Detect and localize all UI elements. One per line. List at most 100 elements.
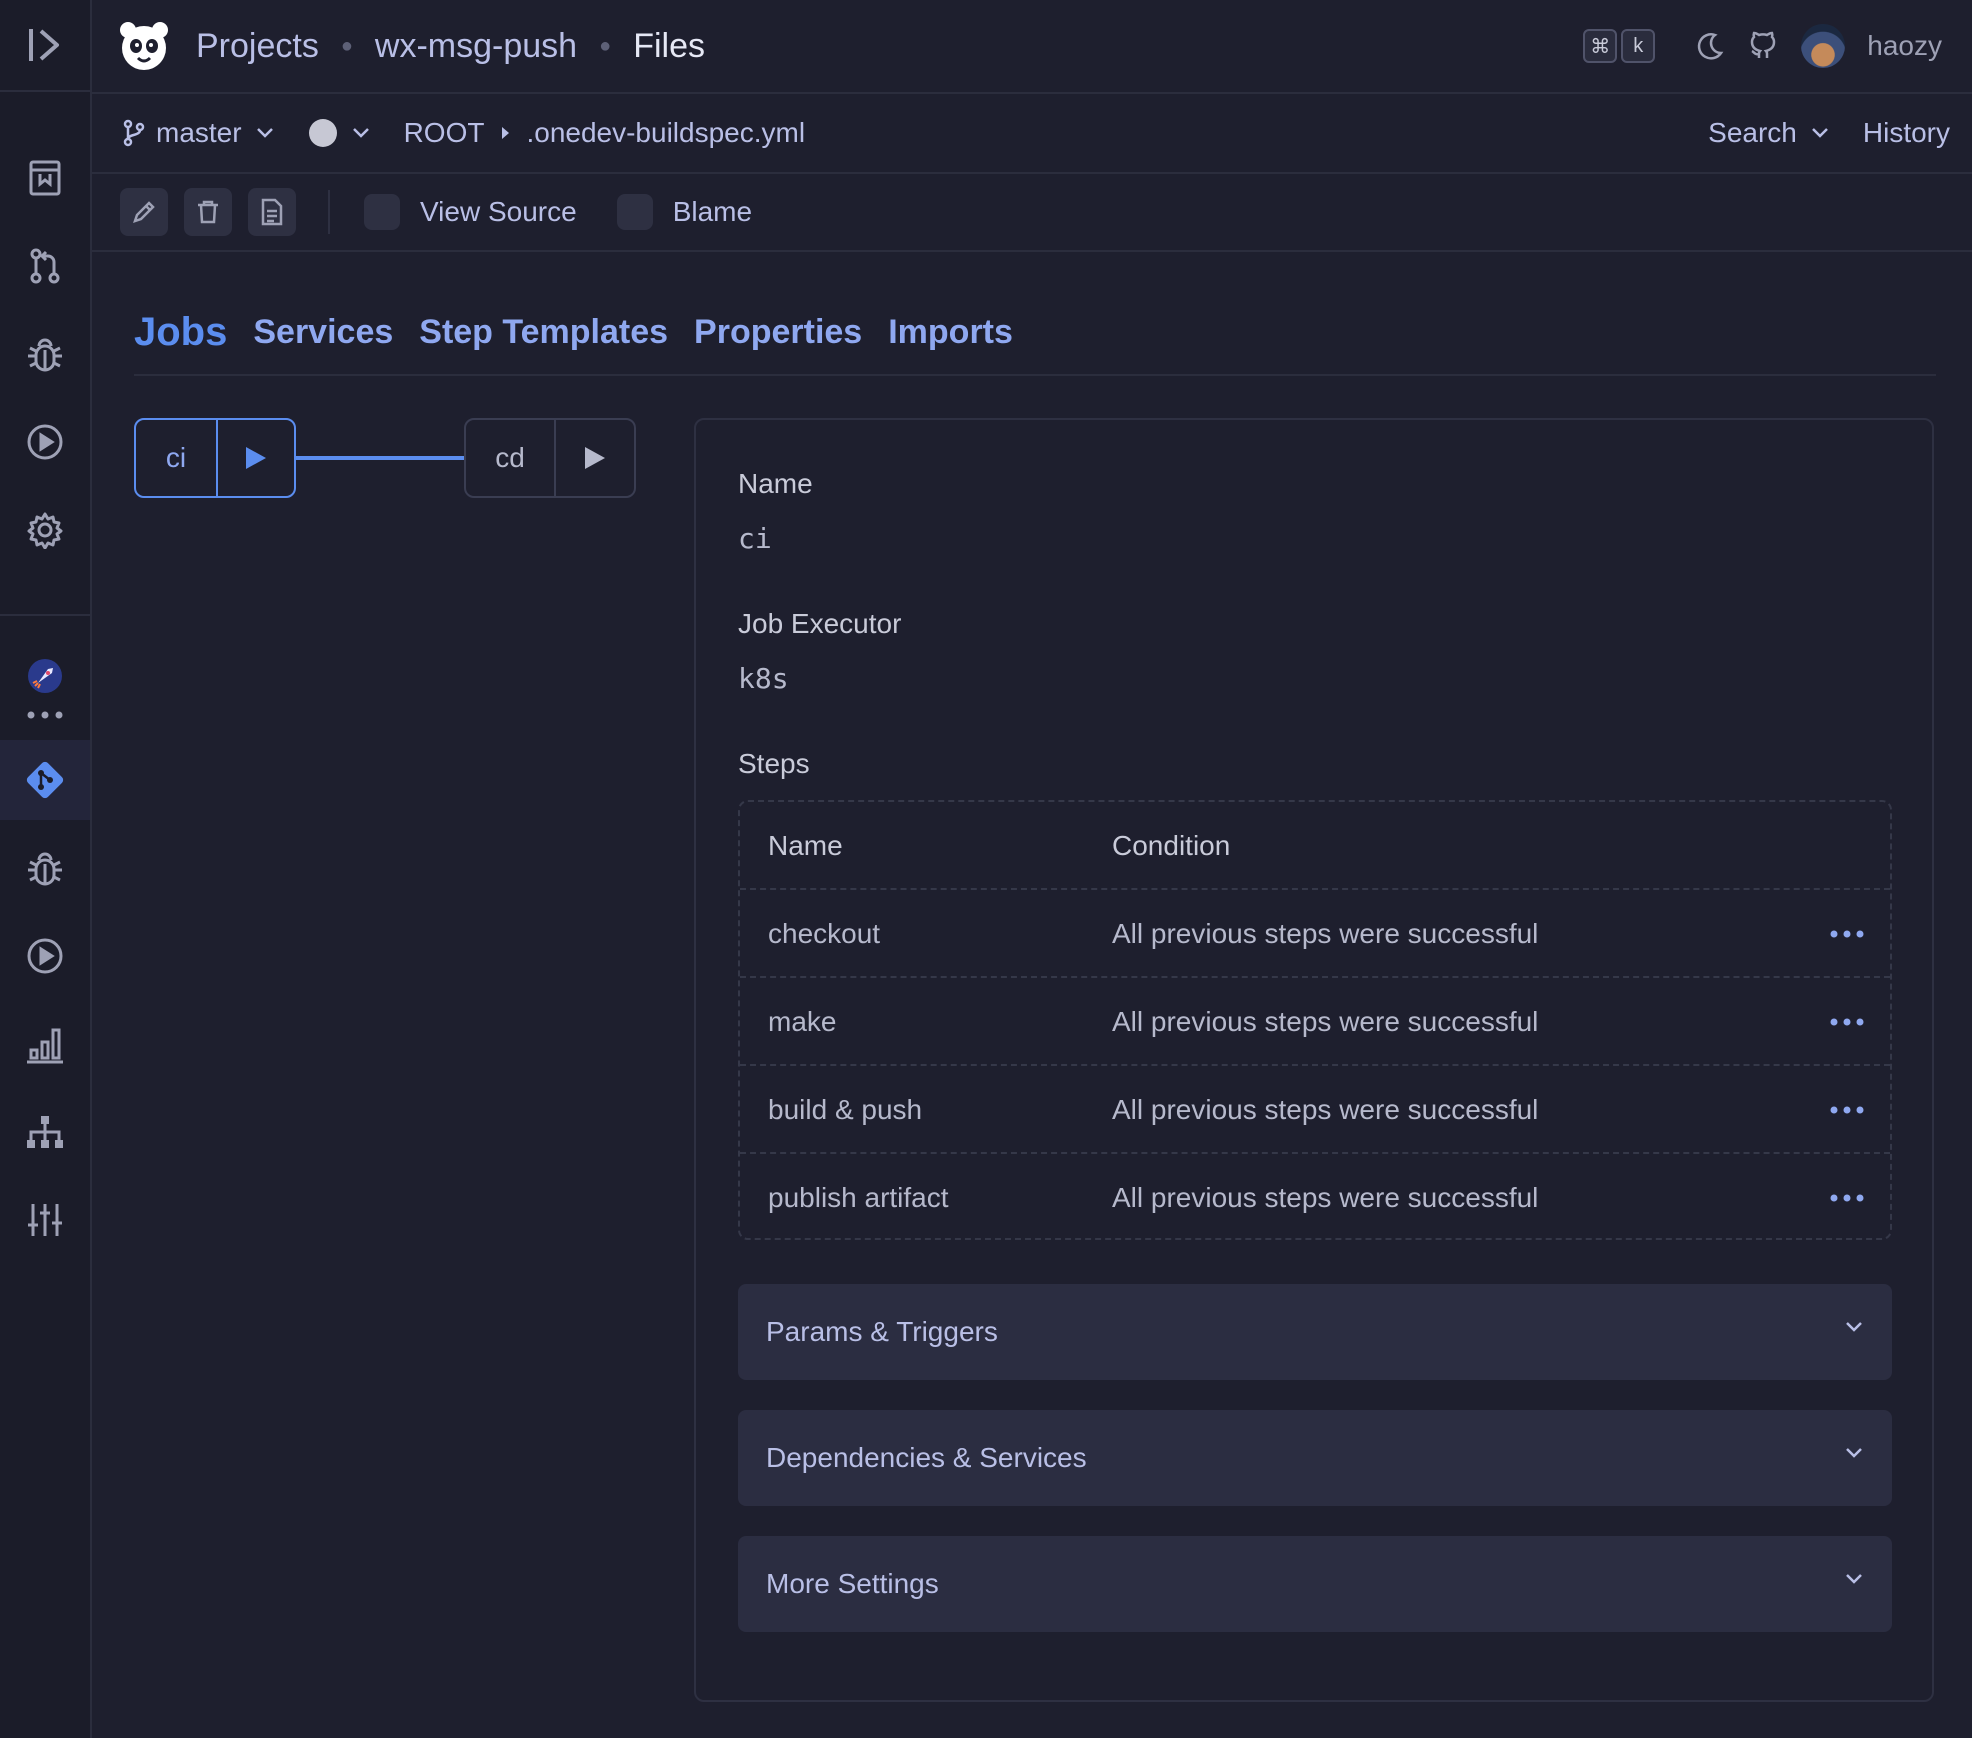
job-node-cd[interactable]: cd — [464, 418, 636, 498]
params-triggers-section[interactable]: Params & Triggers — [738, 1284, 1892, 1380]
run-job-button[interactable] — [218, 420, 294, 496]
tab-jobs[interactable]: Jobs — [134, 310, 227, 355]
raw-file-button[interactable] — [248, 188, 296, 236]
column-header-name: Name — [768, 830, 843, 861]
executor-value: k8s — [738, 662, 789, 695]
chevron-down-icon — [352, 127, 370, 139]
table-row[interactable]: make All previous steps were successful — [740, 976, 1890, 1066]
status-circle-icon — [308, 118, 338, 148]
history-link[interactable]: History — [1863, 117, 1950, 149]
username[interactable]: haozy — [1867, 30, 1942, 62]
dependencies-services-section[interactable]: Dependencies & Services — [738, 1410, 1892, 1506]
chevron-down-icon — [1844, 1446, 1864, 1460]
chevron-down-icon — [1811, 127, 1829, 139]
more-dots-icon — [1830, 930, 1864, 938]
step-actions-button[interactable] — [1830, 890, 1864, 978]
sidebar-item-project-builds[interactable] — [0, 926, 90, 986]
view-source-checkbox[interactable] — [364, 194, 400, 230]
file-toolbar: View Source Blame — [92, 174, 1972, 252]
cmd-key: ⌘ — [1583, 29, 1618, 63]
more-dots-icon — [1830, 1018, 1864, 1026]
sidebar-expand-icon — [27, 25, 63, 65]
play-icon — [583, 445, 607, 471]
sidebar-item-settings[interactable] — [0, 500, 90, 560]
avatar[interactable] — [1801, 24, 1846, 68]
build-status-selector[interactable] — [308, 118, 370, 148]
breadcrumb-separator: ● — [599, 34, 612, 57]
job-name[interactable]: ci — [136, 420, 218, 496]
code-icon — [27, 158, 63, 198]
table-row[interactable]: build & push All previous steps were suc… — [740, 1064, 1890, 1154]
blame-label: Blame — [672, 196, 753, 227]
play-circle-icon — [26, 937, 64, 975]
sliders-icon — [26, 1201, 64, 1239]
git-icon — [24, 759, 66, 801]
trash-icon — [196, 199, 220, 225]
edit-button[interactable] — [120, 188, 168, 236]
job-dependency-line — [296, 456, 464, 460]
tab-step-templates[interactable]: Step Templates — [419, 313, 668, 352]
onedev-logo-icon[interactable] — [116, 18, 172, 74]
blame-toggle[interactable]: Blame — [616, 194, 753, 230]
name-value: ci — [738, 522, 772, 555]
search-dropdown[interactable]: Search — [1708, 117, 1829, 149]
delete-button[interactable] — [184, 188, 232, 236]
sidebar-item-builds[interactable] — [0, 412, 90, 472]
sidebar-toggle-button[interactable] — [0, 0, 90, 92]
branch-icon — [122, 119, 146, 147]
document-icon — [260, 198, 284, 226]
job-node-ci[interactable]: ci — [134, 418, 296, 498]
sidebar-item-child-projects[interactable] — [0, 1102, 90, 1162]
buildspec-tabs: Jobs Services Step Templates Properties … — [134, 290, 1936, 376]
column-header-condition: Condition — [1112, 830, 1231, 861]
sidebar-item-issues[interactable] — [0, 324, 90, 384]
branch-selector[interactable]: master — [122, 117, 274, 149]
branch-name: master — [156, 117, 242, 148]
section-title: Params & Triggers — [766, 1316, 998, 1347]
more-settings-section[interactable]: More Settings — [738, 1536, 1892, 1632]
sidebar-item-pull-requests[interactable] — [0, 236, 90, 296]
command-palette-shortcut[interactable]: ⌘ k — [1583, 29, 1656, 63]
step-actions-button[interactable] — [1830, 1066, 1864, 1154]
gear-icon — [26, 511, 64, 549]
step-name: publish artifact — [768, 1182, 949, 1213]
search-label: Search — [1708, 117, 1797, 148]
github-icon[interactable] — [1747, 30, 1779, 62]
sidebar-item-git[interactable] — [0, 740, 90, 820]
bar-chart-icon — [25, 1024, 65, 1064]
breadcrumb-separator: ● — [340, 34, 353, 57]
steps-table: Name Condition checkout All previous ste… — [738, 800, 1892, 1240]
step-condition: All previous steps were successful — [1112, 1182, 1539, 1213]
breadcrumb-projects[interactable]: Projects — [196, 27, 319, 66]
sidebar-item-code[interactable] — [0, 148, 90, 208]
step-condition: All previous steps were successful — [1112, 1094, 1539, 1125]
chevron-down-icon — [1844, 1320, 1864, 1334]
step-name: build & push — [768, 1094, 923, 1125]
dark-mode-toggle-icon[interactable] — [1695, 31, 1725, 61]
rocket-avatar-icon — [26, 657, 64, 695]
sidebar-item-project-settings[interactable] — [0, 1190, 90, 1250]
tab-properties[interactable]: Properties — [694, 313, 862, 352]
table-row[interactable]: checkout All previous steps were success… — [740, 888, 1890, 978]
top-bar: Projects ● wx-msg-push ● Files ⌘ k haozy — [92, 0, 1972, 94]
tab-imports[interactable]: Imports — [888, 313, 1013, 352]
view-source-toggle[interactable]: View Source — [364, 194, 577, 230]
path-root[interactable]: ROOT — [404, 117, 485, 149]
sidebar-item-project[interactable] — [0, 646, 90, 706]
top-bar-actions: ⌘ k haozy — [1583, 0, 1942, 92]
step-condition: All previous steps were successful — [1112, 918, 1539, 949]
run-job-button[interactable] — [556, 420, 634, 496]
sidebar-item-project-issues[interactable] — [0, 838, 90, 898]
table-row[interactable]: publish artifact All previous steps were… — [740, 1152, 1890, 1242]
step-actions-button[interactable] — [1830, 978, 1864, 1066]
blame-checkbox[interactable] — [616, 194, 653, 230]
sidebar-divider — [0, 614, 90, 616]
step-actions-button[interactable] — [1830, 1154, 1864, 1242]
sidebar-item-statistics[interactable] — [0, 1014, 90, 1074]
sidebar-more-button[interactable] — [0, 700, 90, 730]
tab-services[interactable]: Services — [253, 313, 393, 352]
section-title: More Settings — [766, 1568, 939, 1599]
path-file: .onedev-buildspec.yml — [526, 117, 806, 148]
job-name[interactable]: cd — [466, 420, 556, 496]
breadcrumb-project[interactable]: wx-msg-push — [375, 27, 577, 66]
